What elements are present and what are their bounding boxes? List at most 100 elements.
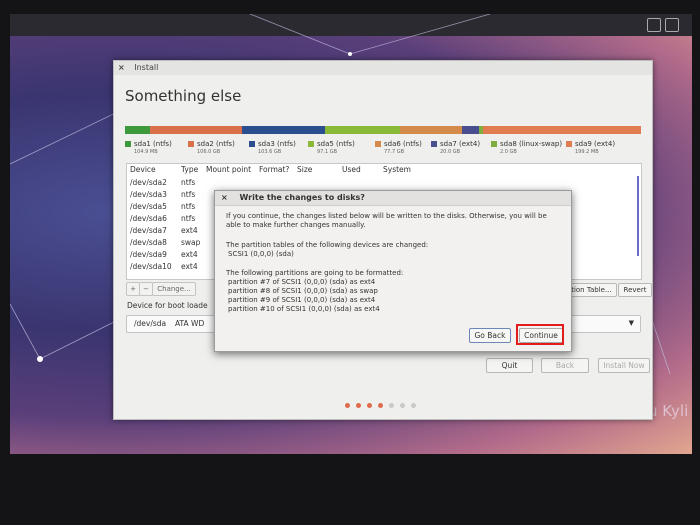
table-cell-type[interactable]: ntfs [181, 214, 195, 223]
window-titlebar: × Install [114, 61, 652, 75]
progress-dot [367, 403, 372, 408]
partition-bar [125, 126, 641, 134]
legend-item: sda5 (ntfs) 97.1 GB [308, 140, 355, 155]
format-item: partition #7 of SCSI1 (0,0,0) (sda) as e… [228, 278, 376, 286]
table-scrollbar[interactable] [637, 176, 639, 256]
table-cell-type[interactable]: ntfs [181, 178, 195, 187]
boot-loader-label: Device for boot loade [127, 301, 208, 310]
column-header[interactable]: Size [297, 165, 312, 174]
format-heading: The following partitions are going to be… [226, 269, 404, 277]
legend-swatch [375, 141, 381, 147]
legend-swatch [249, 141, 255, 147]
tables-heading: The partition tables of the following de… [226, 241, 429, 249]
column-header[interactable]: Device [130, 165, 156, 174]
chevron-down-icon: ▼ [628, 319, 634, 327]
dialog-title: Write the changes to disks? [239, 193, 365, 202]
boot-loader-device: /dev/sda [134, 319, 167, 328]
table-cell-type[interactable]: swap [181, 238, 200, 247]
brand-watermark: u Kyli [648, 402, 689, 420]
progress-dot [378, 403, 383, 408]
partition-bar-segment [241, 126, 325, 134]
legend-label: sda5 (ntfs) [317, 140, 355, 148]
legend-swatch [431, 141, 437, 147]
back-button[interactable]: Back [541, 358, 589, 373]
legend-label: sda2 (ntfs) [197, 140, 235, 148]
revert-button[interactable]: Revert [618, 283, 652, 297]
progress-dot [345, 403, 350, 408]
table-cell-type[interactable]: ext4 [181, 226, 198, 235]
legend-swatch [491, 141, 497, 147]
partition-bar-segment [462, 126, 479, 134]
table-cell-type[interactable]: ext4 [181, 250, 198, 259]
change-partition-button[interactable]: Change... [152, 282, 196, 296]
legend-label: sda3 (ntfs) [258, 140, 296, 148]
legend-label: sda9 (ext4) [575, 140, 616, 148]
column-header[interactable]: Format? [259, 165, 289, 174]
close-icon[interactable]: × [118, 63, 125, 72]
legend-swatch [125, 141, 131, 147]
partition-bar-segment [399, 126, 463, 134]
boot-loader-description: ATA WD [175, 319, 205, 328]
tables-device: SCSI1 (0,0,0) (sda) [228, 250, 294, 258]
confirm-write-dialog: × Write the changes to disks? If you con… [214, 190, 572, 352]
legend-swatch [188, 141, 194, 147]
partition-bar-segment [324, 126, 400, 134]
legend-swatch [308, 141, 314, 147]
close-icon[interactable]: × [221, 193, 228, 202]
partition-bar-segment [125, 126, 150, 134]
legend-label: sda7 (ext4) [440, 140, 481, 148]
legend-size: 103.6 GB [258, 149, 282, 155]
quit-button[interactable]: Quit [486, 358, 533, 373]
table-cell-type[interactable]: ntfs [181, 202, 195, 211]
legend-size: 77.7 GB [384, 149, 405, 155]
add-partition-button[interactable]: + [126, 282, 140, 296]
table-cell-type[interactable]: ntfs [181, 190, 195, 199]
table-cell-device[interactable]: /dev/sda3 [130, 190, 167, 199]
legend-label: sda8 (linux-swap) [500, 140, 563, 148]
progress-dot [389, 403, 394, 408]
legend-size: 104.9 MB [134, 149, 158, 155]
column-header[interactable]: Used [342, 165, 361, 174]
legend-item: sda3 (ntfs) 103.6 GB [249, 140, 296, 155]
table-cell-device[interactable]: /dev/sda8 [130, 238, 167, 247]
progress-dot [400, 403, 405, 408]
column-header[interactable]: Type [181, 165, 198, 174]
legend-size: 2.0 GB [500, 149, 517, 155]
format-item: partition #9 of SCSI1 (0,0,0) (sda) as e… [228, 296, 376, 304]
dialog-titlebar: × Write the changes to disks? [215, 191, 571, 206]
legend-size: 199.2 MB [575, 149, 599, 155]
highlight-box [516, 324, 564, 345]
column-header[interactable]: Mount point [206, 165, 251, 174]
partition-bar-segment [482, 126, 641, 134]
legend-label: sda1 (ntfs) [134, 140, 172, 148]
legend-swatch [566, 141, 572, 147]
remove-partition-button[interactable]: − [139, 282, 153, 296]
legend-label: sda6 (ntfs) [384, 140, 422, 148]
progress-dot [356, 403, 361, 408]
table-cell-type[interactable]: ext4 [181, 262, 198, 271]
legend-item: sda8 (linux-swap) 2.0 GB [491, 140, 562, 155]
dialog-intro-line: able to make further changes manually. [226, 221, 366, 229]
legend-size: 106.0 GB [197, 149, 221, 155]
window-title: Install [134, 63, 159, 72]
table-cell-device[interactable]: /dev/sda6 [130, 214, 167, 223]
table-cell-device[interactable]: /dev/sda9 [130, 250, 167, 259]
install-now-button[interactable]: Install Now [598, 358, 650, 373]
wallpaper-node [348, 52, 352, 56]
legend-item: sda9 (ext4) 199.2 MB [566, 140, 615, 155]
legend-size: 97.1 GB [317, 149, 338, 155]
format-item: partition #10 of SCSI1 (0,0,0) (sda) as … [228, 305, 380, 313]
table-cell-device[interactable]: /dev/sda10 [130, 262, 172, 271]
progress-dot [411, 403, 416, 408]
format-item: partition #8 of SCSI1 (0,0,0) (sda) as s… [228, 287, 378, 295]
go-back-button[interactable]: Go Back [469, 328, 511, 343]
table-cell-device[interactable]: /dev/sda2 [130, 178, 167, 187]
legend-size: 20.0 GB [440, 149, 461, 155]
table-cell-device[interactable]: /dev/sda5 [130, 202, 167, 211]
partition-legend: sda1 (ntfs) 104.9 MB sda2 (ntfs) 106.0 GB sd… [125, 140, 645, 162]
partition-bar-segment [149, 126, 242, 134]
wallpaper-node [37, 356, 43, 362]
column-header[interactable]: System [383, 165, 411, 174]
table-cell-device[interactable]: /dev/sda7 [130, 226, 167, 235]
legend-item: sda7 (ext4) 20.0 GB [431, 140, 480, 155]
